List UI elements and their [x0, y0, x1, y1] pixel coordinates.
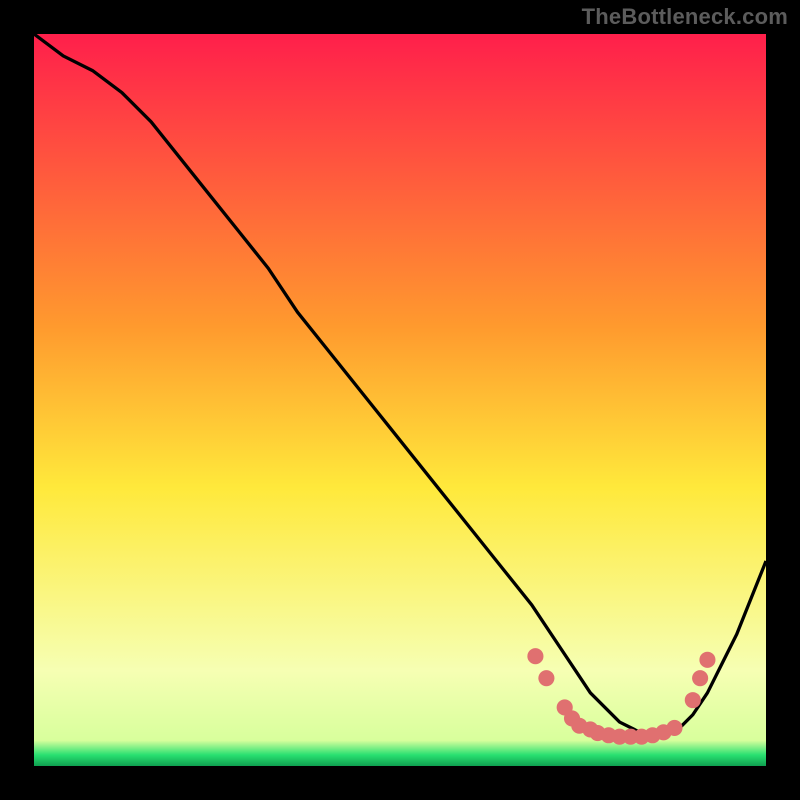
plot-area: [34, 34, 766, 766]
chart-svg: [34, 34, 766, 766]
curve-dot: [666, 720, 682, 736]
curve-dot: [692, 670, 708, 686]
gradient-background: [34, 34, 766, 766]
attribution-label: TheBottleneck.com: [582, 4, 788, 30]
chart-frame: TheBottleneck.com: [0, 0, 800, 800]
curve-dot: [699, 652, 715, 668]
curve-dot: [527, 648, 543, 664]
curve-dot: [685, 692, 701, 708]
curve-dot: [538, 670, 554, 686]
